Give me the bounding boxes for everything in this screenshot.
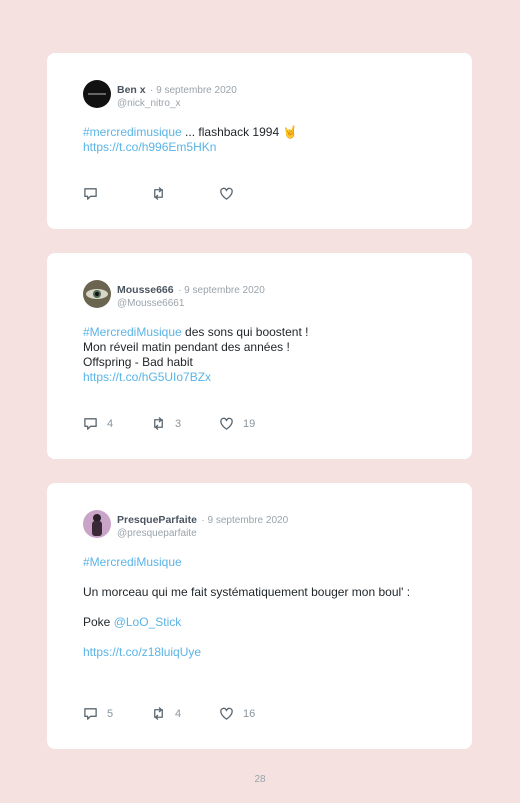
tweet-text-segment: des sons qui boostent ! <box>181 325 309 339</box>
like-button[interactable]: 19 <box>219 416 287 431</box>
like-count: 16 <box>243 707 256 720</box>
retweet-button[interactable]: 4 <box>151 706 219 721</box>
page-number: 28 <box>254 774 266 785</box>
hashtag-link[interactable]: @LoO_Stick <box>114 615 182 629</box>
like-button[interactable] <box>219 186 287 201</box>
tweet-date: · 9 septembre 2020 <box>178 285 265 296</box>
tweet-text: #MercrediMusique des sons qui boostent !… <box>83 325 442 385</box>
author-name[interactable]: PresqueParfaite <box>117 514 197 526</box>
tweet-line: #MercrediMusique <box>83 555 442 570</box>
author-handle[interactable]: @nick_nitro_x <box>117 97 237 110</box>
tweet-line: Poke @LoO_Stick <box>83 615 442 630</box>
reply-count: 4 <box>107 417 114 430</box>
reply-button[interactable]: 4 <box>83 416 151 431</box>
retweet-icon <box>154 417 163 430</box>
tweet-date: · 9 septembre 2020 <box>201 515 289 526</box>
retweet-button[interactable] <box>151 186 219 201</box>
retweet-icon <box>154 707 163 720</box>
tweet-line: Mon réveil matin pendant des années ! <box>83 340 442 355</box>
author-handle[interactable]: @presqueparfaite <box>117 527 288 540</box>
avatar[interactable] <box>83 280 111 308</box>
tweet-text-segment: Offspring - Bad habit <box>83 355 193 369</box>
author-handle[interactable]: @Mousse6661 <box>117 297 265 310</box>
tweet-line: https://t.co/z18luiqUye <box>83 645 442 660</box>
avatar[interactable] <box>83 80 111 108</box>
tweet-line <box>83 570 442 585</box>
retweet-count: 4 <box>175 707 182 720</box>
reply-count: 5 <box>107 707 114 720</box>
tweet-card: PresqueParfaite · 9 septembre 2020 @pres… <box>47 483 472 749</box>
hashtag-link[interactable]: #MercrediMusique <box>83 555 182 569</box>
tweet-card: Mousse666 · 9 septembre 2020 @Mousse6661… <box>47 253 472 459</box>
tweet-card: Ben x · 9 septembre 2020 @nick_nitro_x #… <box>47 53 472 229</box>
heart-icon <box>220 417 233 430</box>
tweet-line <box>83 600 442 615</box>
like-button[interactable]: 16 <box>219 706 287 721</box>
tweet-line: #MercrediMusique des sons qui boostent ! <box>83 325 442 340</box>
tweet-line: Offspring - Bad habit <box>83 355 442 370</box>
reply-icon <box>84 708 97 720</box>
tweet-text-segment: Poke <box>83 615 114 629</box>
retweet-icon <box>154 187 163 200</box>
tweet-line: https://t.co/h996Em5HKn <box>83 140 442 155</box>
tweet-line <box>83 630 442 645</box>
reply-button[interactable] <box>83 186 151 201</box>
tweet-text: #mercredimusique ... flashback 1994 🤘 htt… <box>83 125 442 155</box>
tweet-text-segment: Un morceau qui me fait systématiquement … <box>83 585 411 599</box>
avatar[interactable] <box>83 510 111 538</box>
tweet-text-segment: Mon réveil matin pendant des années ! <box>83 340 290 354</box>
heart-icon <box>220 707 233 720</box>
like-count: 19 <box>243 417 256 430</box>
url-link[interactable]: https://t.co/z18luiqUye <box>83 645 201 659</box>
tweet-line: #mercredimusique ... flashback 1994 🤘 <box>83 125 442 140</box>
reply-icon <box>84 418 97 430</box>
tweet-line: https://t.co/hG5UIo7BZx <box>83 370 442 385</box>
url-link[interactable]: https://t.co/h996Em5HKn <box>83 140 216 154</box>
tweet-text: #MercrediMusique Un morceau qui me fait s… <box>83 555 442 660</box>
retweet-count: 3 <box>175 417 182 430</box>
author-name[interactable]: Mousse666 <box>117 284 174 296</box>
reply-icon <box>84 188 97 200</box>
author-name[interactable]: Ben x <box>117 84 146 96</box>
heart-icon <box>220 187 233 200</box>
retweet-button[interactable]: 3 <box>151 416 219 431</box>
reply-button[interactable]: 5 <box>83 706 151 721</box>
hashtag-link[interactable]: #mercredimusique <box>83 125 182 139</box>
tweet-date: · 9 septembre 2020 <box>150 85 237 96</box>
url-link[interactable]: https://t.co/hG5UIo7BZx <box>83 370 211 384</box>
hashtag-link[interactable]: #MercrediMusique <box>83 325 182 339</box>
tweet-line: Un morceau qui me fait systématiquement … <box>83 585 442 600</box>
tweet-text-segment: ... flashback 1994 🤘 <box>181 125 298 139</box>
